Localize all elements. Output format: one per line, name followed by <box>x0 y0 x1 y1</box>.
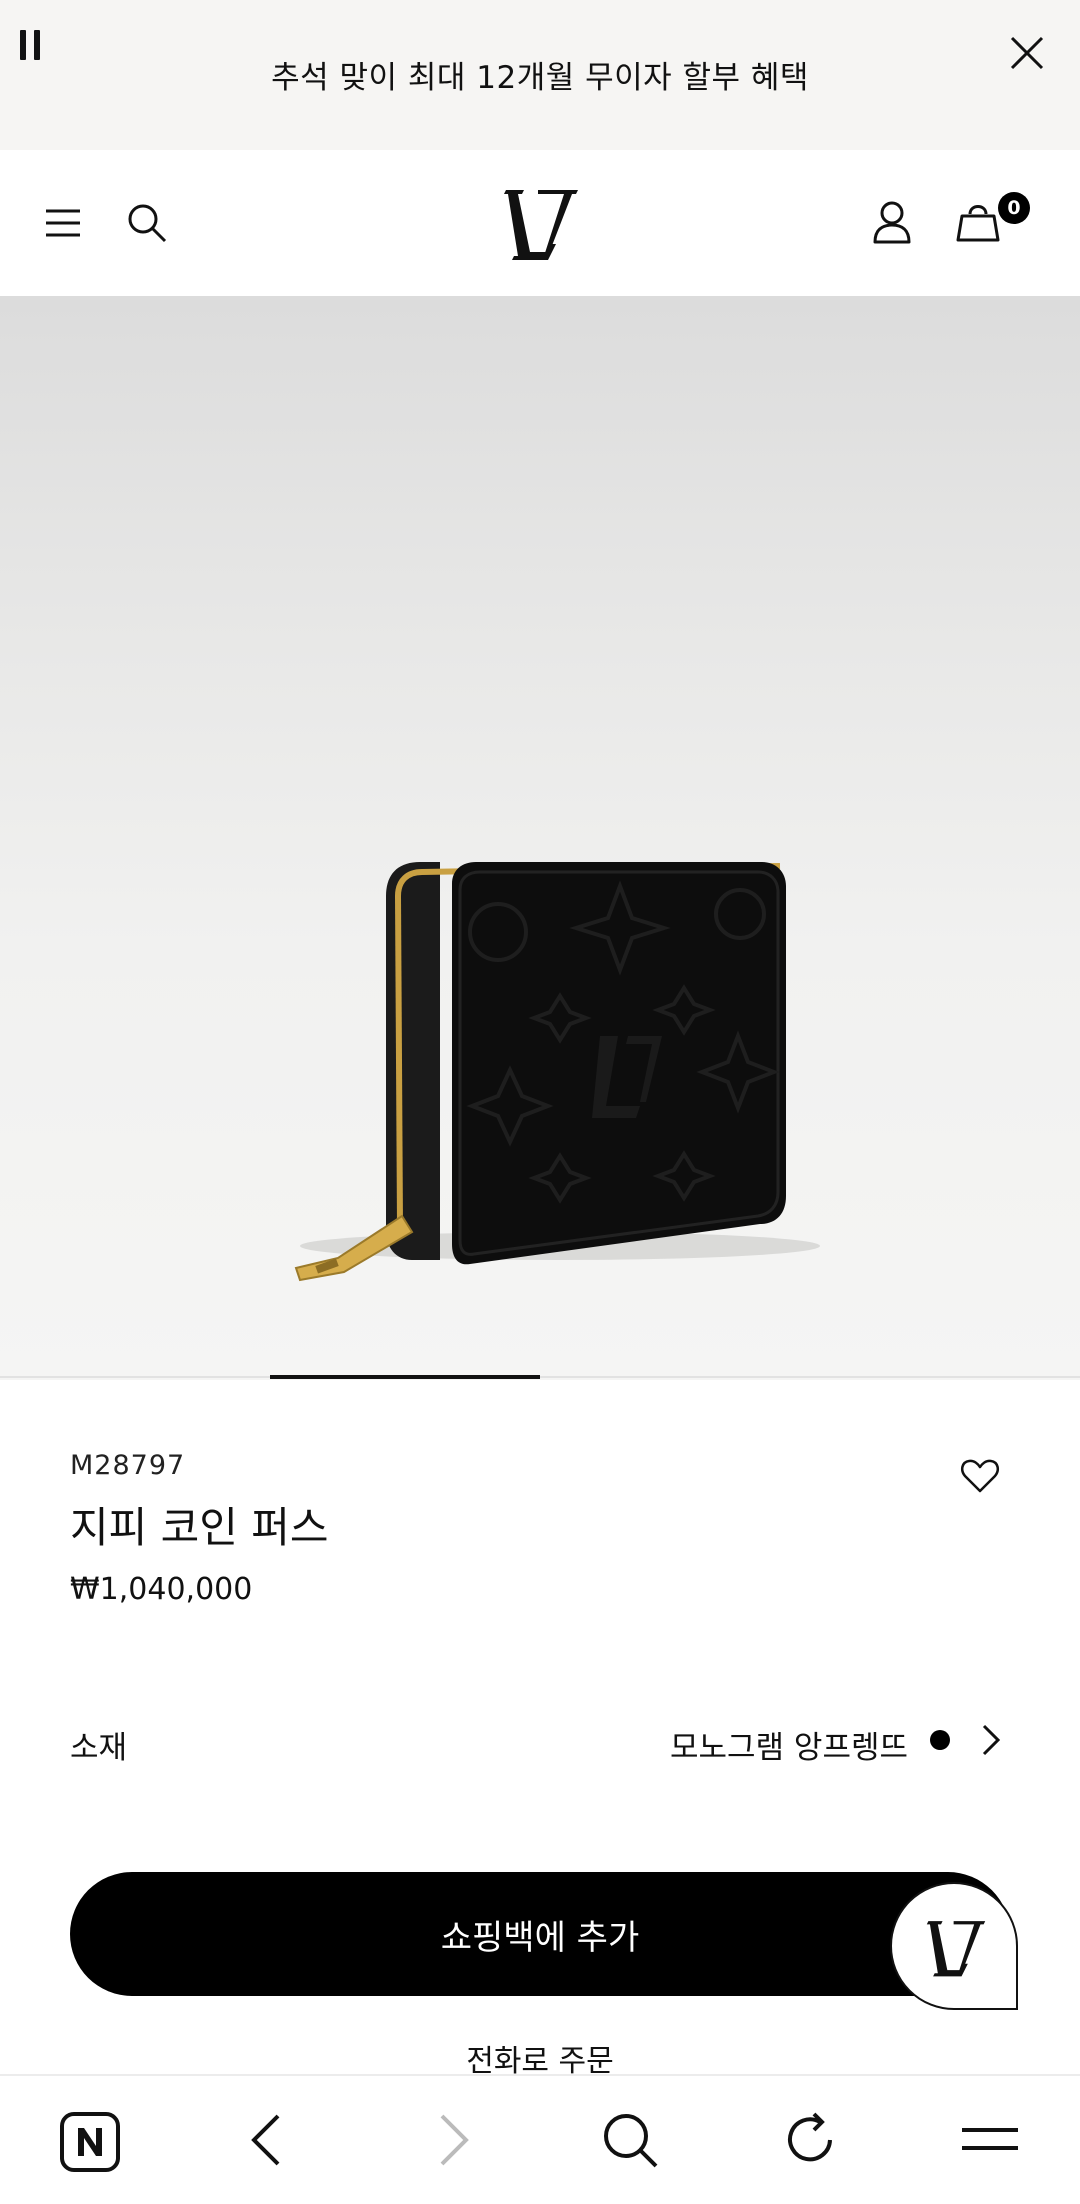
menu-icon[interactable] <box>44 206 82 240</box>
material-swatch <box>930 1730 950 1750</box>
site-header: 0 <box>0 150 1080 296</box>
lv-chat-logo-icon <box>926 1921 986 1977</box>
gallery-indicator-track <box>0 1376 1080 1378</box>
refresh-icon[interactable] <box>780 2110 840 2170</box>
wishlist-heart-icon[interactable] <box>960 1458 1000 1494</box>
material-selector[interactable]: 소재 모노그램 앙프렝뜨 <box>0 1700 1080 1780</box>
product-image[interactable] <box>0 296 1080 1380</box>
forward-arrow-icon[interactable] <box>434 2110 474 2170</box>
account-icon[interactable] <box>872 200 912 244</box>
material-label: 소재 <box>70 1730 128 1766</box>
announcement-bar: 추석 맞이 최대 12개월 무이자 할부 혜택 <box>0 0 1080 150</box>
bag-count-badge: 0 <box>998 192 1030 224</box>
chevron-right-icon[interactable] <box>980 1722 1004 1758</box>
search-icon[interactable] <box>126 202 168 244</box>
browser-toolbar <box>0 2074 1080 2204</box>
add-to-bag-button[interactable]: 쇼핑백에 추가 <box>70 1872 1010 1996</box>
page: 추석 맞이 최대 12개월 무이자 할부 혜택 0 M28797 지피 코인 퍼… <box>0 0 1080 2204</box>
browser-menu-icon[interactable] <box>958 2110 1022 2170</box>
gallery-indicator-active[interactable] <box>270 1375 540 1379</box>
shopping-bag-icon[interactable] <box>956 198 1000 244</box>
lv-logo[interactable] <box>504 186 578 262</box>
browser-search-icon[interactable] <box>600 2110 660 2170</box>
lv-chat-button[interactable] <box>890 1882 1018 2010</box>
product-price: ₩1,040,000 <box>70 1572 253 1607</box>
naver-home-icon[interactable] <box>58 2110 122 2174</box>
close-icon[interactable] <box>1008 34 1046 72</box>
product-sku: M28797 <box>70 1450 186 1481</box>
material-value: 모노그램 앙프렝뜨 <box>669 1730 908 1766</box>
back-arrow-icon[interactable] <box>246 2110 286 2170</box>
announcement-text[interactable]: 추석 맞이 최대 12개월 무이자 할부 혜택 <box>0 52 1080 97</box>
product-title: 지피 코인 퍼스 <box>70 1503 329 1552</box>
